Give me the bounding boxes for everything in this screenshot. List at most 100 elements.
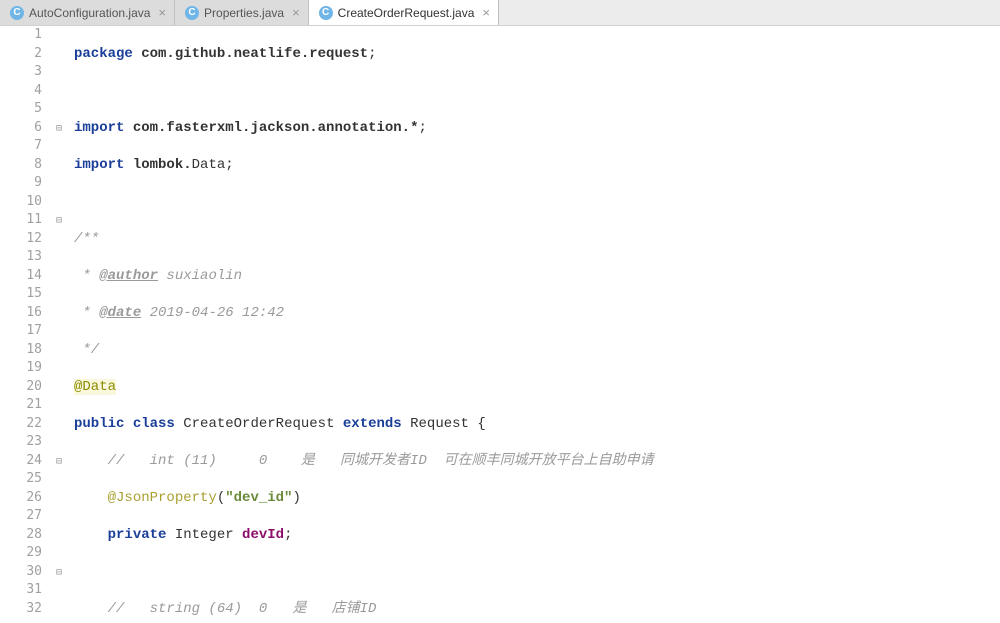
line-number: 30: [0, 563, 42, 582]
code-line: */: [74, 341, 1000, 360]
line-number: 19: [0, 359, 42, 378]
line-number: 24: [0, 452, 42, 471]
code-line: // int (11) 0 是 同城开发者ID 可在顺丰同城开放平台上自助申请: [74, 452, 1000, 471]
fold-marker: [56, 378, 70, 397]
line-number: 15: [0, 285, 42, 304]
fold-marker: [56, 600, 70, 619]
line-number: 8: [0, 156, 42, 175]
code-line: // string (64) 0 是 店铺ID: [74, 600, 1000, 619]
code-line: import com.fasterxml.jackson.annotation.…: [74, 119, 1000, 138]
line-number: 32: [0, 600, 42, 619]
fold-marker: [56, 581, 70, 600]
fold-marker: [56, 341, 70, 360]
code-line: import lombok.Data;: [74, 156, 1000, 175]
fold-marker: [56, 285, 70, 304]
code-line: [74, 563, 1000, 582]
fold-marker: [56, 415, 70, 434]
fold-marker[interactable]: ⊟: [56, 211, 70, 230]
line-number: 4: [0, 82, 42, 101]
tab-properties[interactable]: C Properties.java ×: [175, 0, 309, 25]
fold-marker: [56, 26, 70, 45]
fold-marker: [56, 137, 70, 156]
editor[interactable]: 1234567891011121314151617181920212223242…: [0, 26, 1000, 623]
close-icon[interactable]: ×: [158, 5, 166, 20]
line-number: 27: [0, 507, 42, 526]
line-number: 17: [0, 322, 42, 341]
line-number-gutter: 1234567891011121314151617181920212223242…: [0, 26, 56, 623]
line-number: 10: [0, 193, 42, 212]
tab-createorderrequest[interactable]: C CreateOrderRequest.java ×: [309, 0, 499, 25]
fold-marker: [56, 322, 70, 341]
line-number: 12: [0, 230, 42, 249]
line-number: 18: [0, 341, 42, 360]
code-line: * @date 2019-04-26 12:42: [74, 304, 1000, 323]
fold-marker[interactable]: ⊟: [56, 563, 70, 582]
line-number: 1: [0, 26, 42, 45]
fold-marker: [56, 433, 70, 452]
code-line: [74, 193, 1000, 212]
fold-marker: [56, 526, 70, 545]
tab-autoconfiguration[interactable]: C AutoConfiguration.java ×: [0, 0, 175, 25]
code-line: @Data: [74, 378, 1000, 397]
line-number: 22: [0, 415, 42, 434]
line-number: 6: [0, 119, 42, 138]
line-number: 31: [0, 581, 42, 600]
fold-marker: [56, 304, 70, 323]
java-class-icon: C: [10, 6, 24, 20]
line-number: 16: [0, 304, 42, 323]
tab-bar: C AutoConfiguration.java × C Properties.…: [0, 0, 1000, 26]
tab-label: Properties.java: [204, 6, 284, 20]
fold-marker: [56, 396, 70, 415]
fold-marker: [56, 544, 70, 563]
close-icon[interactable]: ×: [292, 5, 300, 20]
fold-marker[interactable]: ⊟: [56, 119, 70, 138]
fold-marker: [56, 230, 70, 249]
line-number: 5: [0, 100, 42, 119]
fold-marker: [56, 174, 70, 193]
fold-marker: [56, 248, 70, 267]
fold-gutter: ⊟ ⊟ ⊟ ⊟: [56, 26, 70, 623]
fold-marker: [56, 63, 70, 82]
line-number: 21: [0, 396, 42, 415]
fold-marker[interactable]: ⊟: [56, 452, 70, 471]
fold-marker: [56, 489, 70, 508]
line-number: 28: [0, 526, 42, 545]
tab-label: CreateOrderRequest.java: [338, 6, 475, 20]
code-area[interactable]: package com.github.neatlife.request; imp…: [70, 26, 1000, 623]
code-line: * @author suxiaolin: [74, 267, 1000, 286]
code-line: private Integer devId;: [74, 526, 1000, 545]
line-number: 3: [0, 63, 42, 82]
line-number: 26: [0, 489, 42, 508]
code-line: public class CreateOrderRequest extends …: [74, 415, 1000, 434]
code-line: /**: [74, 230, 1000, 249]
fold-marker: [56, 100, 70, 119]
fold-marker: [56, 156, 70, 175]
fold-marker: [56, 267, 70, 286]
fold-marker: [56, 193, 70, 212]
line-number: 9: [0, 174, 42, 193]
fold-marker: [56, 82, 70, 101]
line-number: 20: [0, 378, 42, 397]
collapse-icon[interactable]: ⊟: [56, 121, 66, 131]
code-line: [74, 82, 1000, 101]
fold-marker: [56, 507, 70, 526]
collapse-icon[interactable]: ⊟: [56, 213, 66, 223]
java-class-icon: C: [185, 6, 199, 20]
collapse-icon[interactable]: ⊟: [56, 565, 66, 575]
collapse-icon[interactable]: ⊟: [56, 454, 66, 464]
line-number: 25: [0, 470, 42, 489]
tab-label: AutoConfiguration.java: [29, 6, 150, 20]
line-number: 11: [0, 211, 42, 230]
fold-marker: [56, 45, 70, 64]
line-number: 2: [0, 45, 42, 64]
java-class-icon: C: [319, 6, 333, 20]
line-number: 13: [0, 248, 42, 267]
close-icon[interactable]: ×: [482, 5, 490, 20]
line-number: 29: [0, 544, 42, 563]
fold-marker: [56, 359, 70, 378]
line-number: 7: [0, 137, 42, 156]
line-number: 23: [0, 433, 42, 452]
fold-marker: [56, 470, 70, 489]
code-line: package com.github.neatlife.request;: [74, 45, 1000, 64]
line-number: 14: [0, 267, 42, 286]
